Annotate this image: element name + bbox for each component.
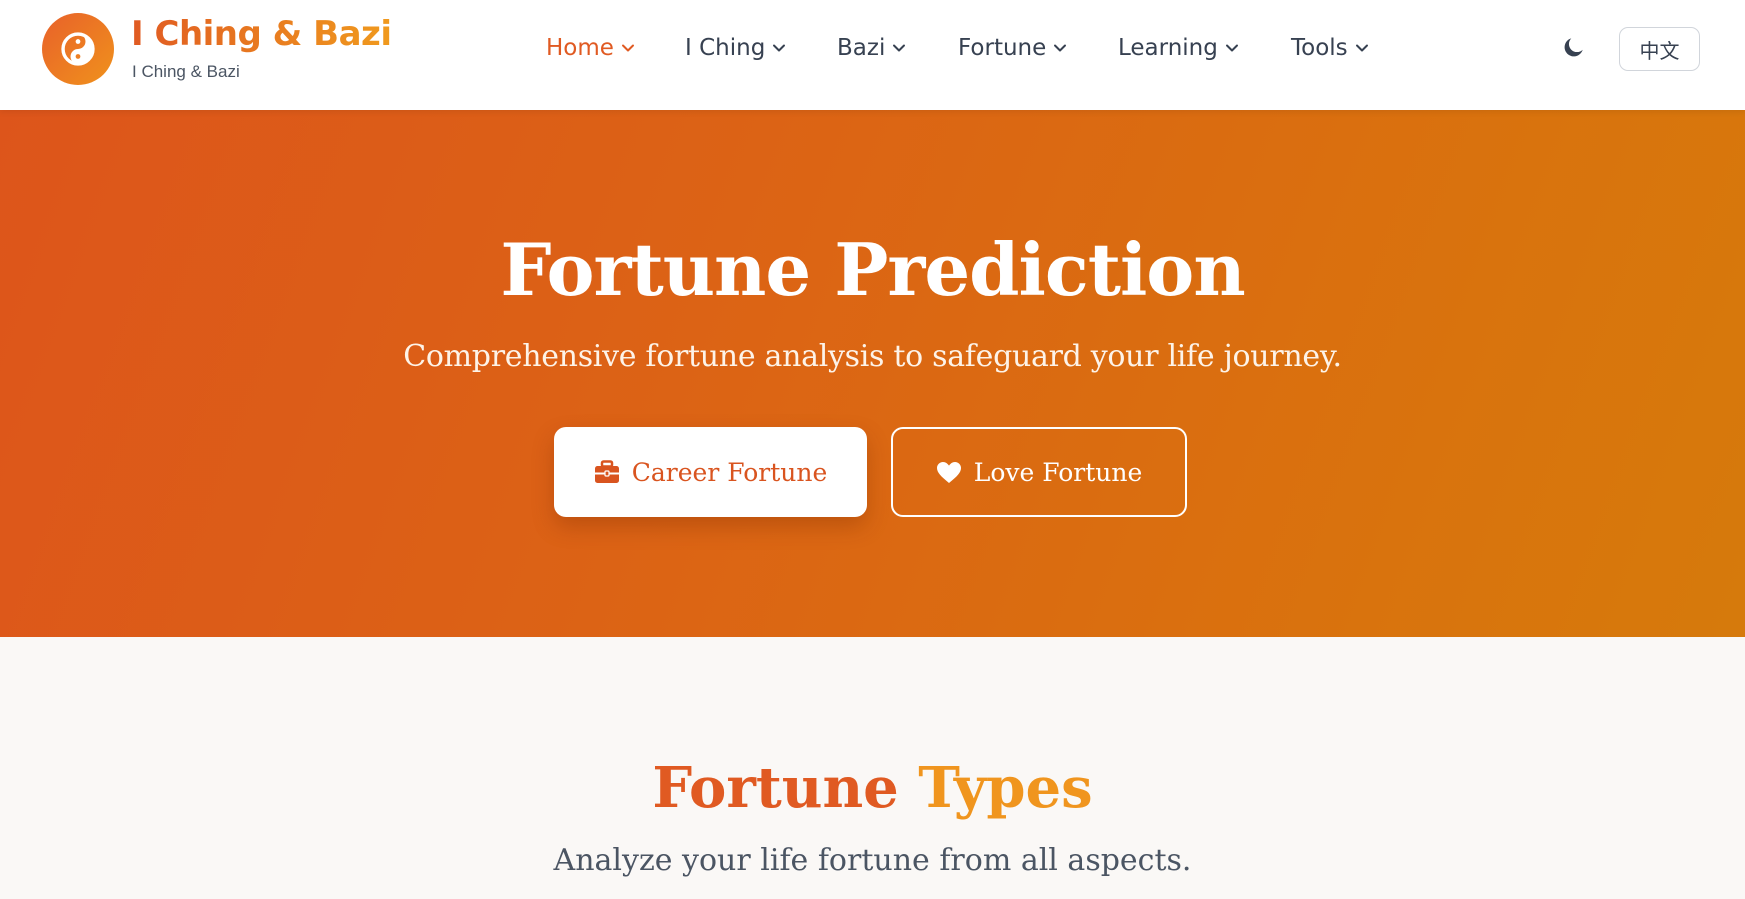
section-subtitle: Analyze your life fortune from all aspec… <box>553 843 1192 878</box>
section-title-part1: Fortune <box>652 755 919 821</box>
career-fortune-button[interactable]: Career Fortune <box>554 427 867 517</box>
brand-subtitle: I Ching & Bazi <box>132 62 240 81</box>
nav-item-label: Fortune <box>958 35 1047 61</box>
nav-item-label: Learning <box>1118 35 1218 61</box>
chevron-down-icon <box>621 44 634 52</box>
site-header: I Ching & Bazi I Ching & Bazi Home I Chi… <box>0 0 1745 110</box>
chevron-down-icon <box>893 44 906 52</box>
nav-item-home[interactable]: Home <box>546 30 685 66</box>
hero-title: Fortune Prediction <box>500 227 1245 312</box>
briefcase-icon <box>594 460 619 483</box>
nav-item-fortune[interactable]: Fortune <box>958 30 1118 66</box>
nav-item-label: Tools <box>1291 35 1348 61</box>
nav-item-label: Bazi <box>837 35 886 61</box>
hero-subtitle: Comprehensive fortune analysis to safegu… <box>403 339 1342 374</box>
moon-icon[interactable] <box>1561 34 1587 60</box>
nav-item-i-ching[interactable]: I Ching <box>685 30 837 66</box>
chevron-down-icon <box>1355 44 1368 52</box>
section-title-part2: Types <box>918 755 1093 821</box>
nav-item-label: I Ching <box>685 35 766 61</box>
hero-banner: Fortune Prediction Comprehensive fortune… <box>0 110 1745 637</box>
language-toggle-button[interactable]: 中文 <box>1619 27 1700 71</box>
section-title: Fortune Types <box>0 755 1745 821</box>
nav-item-bazi[interactable]: Bazi <box>837 30 958 66</box>
logo[interactable] <box>42 13 114 85</box>
nav-item-label: Home <box>546 35 614 61</box>
brand-title[interactable]: I Ching & Bazi <box>131 14 392 54</box>
nav-item-learning[interactable]: Learning <box>1118 30 1291 66</box>
heart-icon <box>936 461 961 483</box>
yin-yang-icon <box>61 32 95 66</box>
chevron-down-icon <box>1225 44 1238 52</box>
chevron-down-icon <box>773 44 786 52</box>
main-nav: Home I Ching Bazi Fortune Learning Tools <box>546 30 1391 66</box>
chevron-down-icon <box>1054 44 1067 52</box>
love-fortune-button[interactable]: Love Fortune <box>891 427 1187 517</box>
nav-item-tools[interactable]: Tools <box>1291 30 1391 66</box>
love-fortune-label: Love Fortune <box>973 457 1143 487</box>
career-fortune-label: Career Fortune <box>631 457 828 487</box>
